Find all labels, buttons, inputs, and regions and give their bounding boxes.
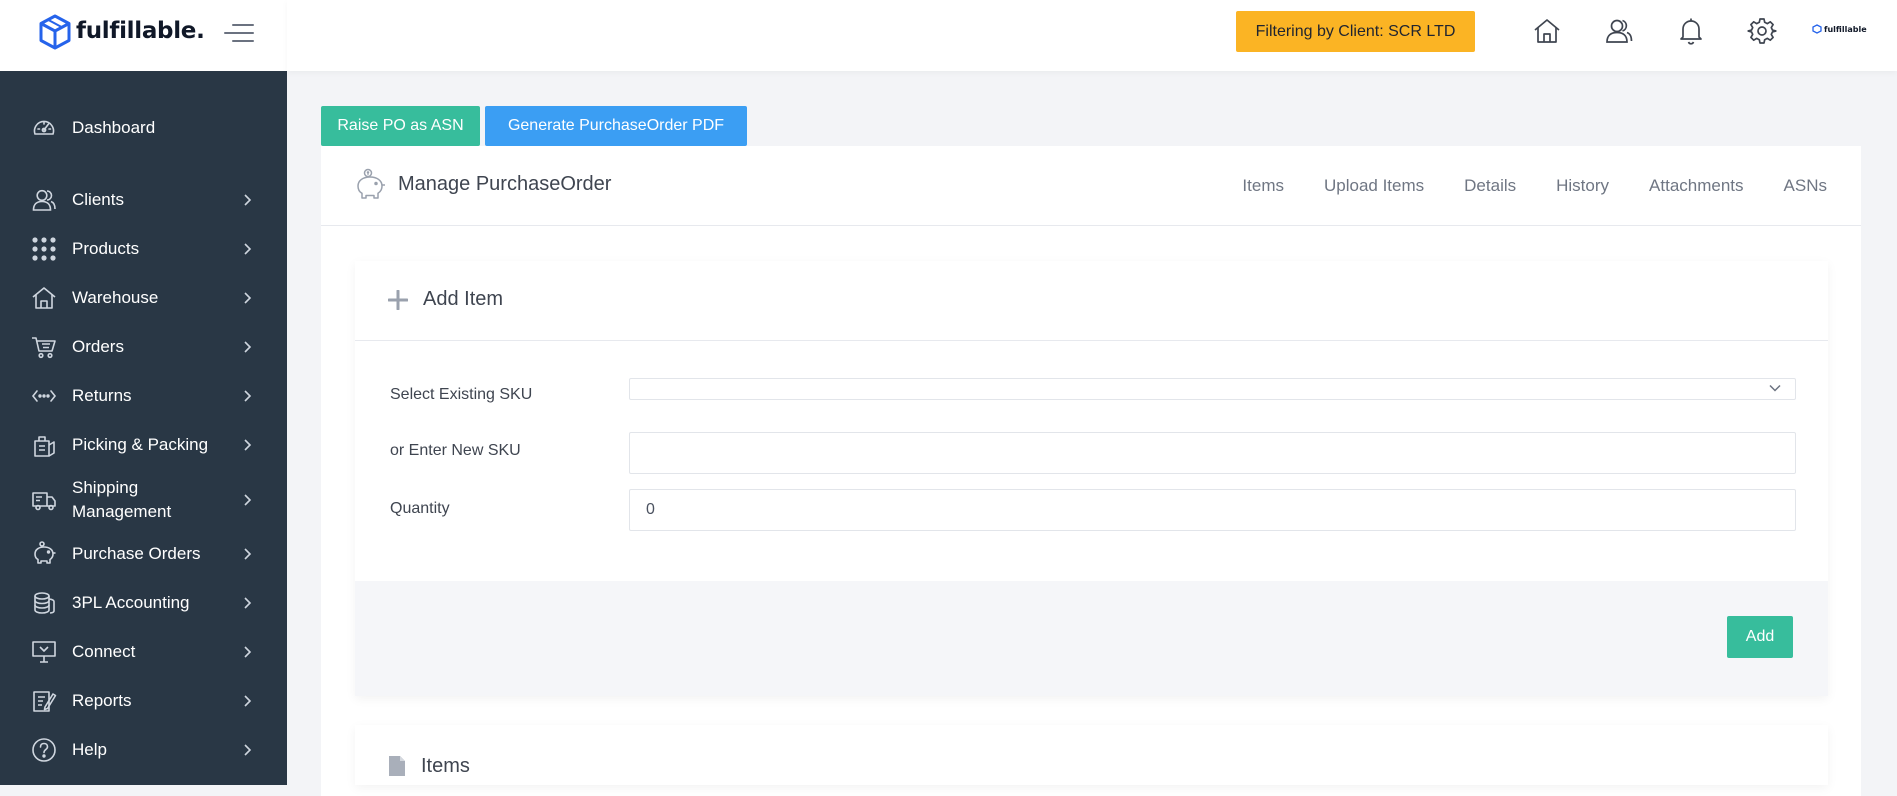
card-tabs: Items Upload Items Details History Attac…: [1242, 176, 1827, 196]
sidebar-item-connect[interactable]: Connect: [0, 630, 287, 674]
picking-box-icon: [30, 431, 58, 459]
sidebar-item-label: Picking & Packing: [72, 435, 209, 454]
help-question-icon: [30, 736, 58, 764]
quantity-input[interactable]: [629, 489, 1796, 531]
products-grid-icon: [30, 235, 58, 263]
sidebar-item-label-line2: Management: [72, 502, 172, 521]
chevron-right-icon: [244, 646, 252, 658]
dashboard-gauge-icon: [30, 114, 58, 142]
accounting-coins-icon: [30, 589, 58, 617]
clients-user-icon: [30, 186, 58, 214]
top-bar: Filtering by Client: SCR LTD fulfillable: [287, 0, 1897, 71]
sidebar-item-orders[interactable]: Orders: [0, 325, 287, 369]
sidebar-item-reports[interactable]: Reports: [0, 679, 287, 723]
items-title: Items: [421, 755, 470, 777]
bell-icon[interactable]: [1676, 16, 1706, 46]
sidebar-item-label: Purchase Orders: [72, 544, 201, 563]
chevron-right-icon: [244, 194, 252, 206]
sidebar-item-label: Clients: [72, 190, 124, 209]
chevron-right-icon: [244, 292, 252, 304]
sidebar-item-label: Connect: [72, 642, 136, 661]
chevron-right-icon: [244, 695, 252, 707]
sidebar-item-label: Warehouse: [72, 288, 159, 307]
chevron-right-icon: [244, 390, 252, 402]
reports-note-icon: [30, 687, 58, 715]
chevron-right-icon: [244, 243, 252, 255]
orders-cart-icon: [30, 333, 58, 361]
tab-details[interactable]: Details: [1464, 176, 1516, 196]
card-header: Manage PurchaseOrder Items Upload Items …: [321, 146, 1861, 226]
sidebar-item-returns[interactable]: Returns: [0, 374, 287, 418]
plus-icon: [388, 290, 408, 310]
sidebar-item-shipping-management[interactable]: Shipping Management: [0, 472, 287, 528]
add-item-title: Add Item: [423, 288, 504, 310]
sidebar-item-label: Dashboard: [72, 118, 156, 137]
sidebar-item-3pl-accounting[interactable]: 3PL Accounting: [0, 581, 287, 625]
new-sku-label: or Enter New SKU: [390, 442, 521, 459]
purchase-piggy-icon: [30, 540, 58, 568]
raise-po-asn-button[interactable]: Raise PO as ASN: [321, 106, 480, 146]
chevron-right-icon: [244, 439, 252, 451]
new-sku-input[interactable]: [629, 432, 1796, 474]
brand-name: fulfillable.: [76, 18, 205, 44]
shipping-truck-icon: [30, 486, 58, 514]
gear-icon[interactable]: [1747, 16, 1777, 46]
sidebar-item-label: 3PL Accounting: [72, 593, 190, 612]
quantity-label: Quantity: [390, 500, 450, 517]
sidebar-item-label: Returns: [72, 386, 132, 405]
mini-cube-icon: [1812, 24, 1822, 34]
add-item-footer: Add: [355, 581, 1828, 696]
connect-monitor-icon: [30, 638, 58, 666]
sidebar-item-picking-packing[interactable]: Picking & Packing: [0, 423, 287, 467]
document-icon: [389, 756, 405, 776]
select-existing-sku-dropdown[interactable]: [629, 378, 1796, 400]
client-logo-text: fulfillable: [1824, 24, 1867, 34]
returns-arrows-icon: [30, 382, 58, 410]
sidebar-item-warehouse[interactable]: Warehouse: [0, 276, 287, 320]
add-item-panel: Add Item Select Existing SKU or Enter Ne…: [355, 261, 1828, 696]
brand-cube-icon: [39, 14, 71, 50]
home-icon[interactable]: [1532, 16, 1562, 46]
client-logo: fulfillable: [1812, 24, 1867, 34]
add-item-header: Add Item: [355, 261, 1828, 341]
tab-attachments[interactable]: Attachments: [1649, 176, 1744, 196]
select-sku-label: Select Existing SKU: [390, 386, 533, 403]
sidebar-item-help[interactable]: Help: [0, 728, 287, 772]
generate-pdf-button[interactable]: Generate PurchaseOrder PDF: [485, 106, 747, 146]
sidebar-item-purchase-orders[interactable]: Purchase Orders: [0, 532, 287, 576]
sidebar-item-products[interactable]: Products: [0, 227, 287, 271]
client-filter-badge[interactable]: Filtering by Client: SCR LTD: [1236, 11, 1475, 52]
piggy-bank-icon: [357, 168, 385, 199]
sidebar-item-label: Orders: [72, 337, 124, 356]
chevron-right-icon: [244, 597, 252, 609]
chevron-down-icon: [1769, 384, 1781, 392]
sidebar-item-label: Shipping: [72, 478, 139, 497]
sidebar-item-clients[interactable]: Clients: [0, 178, 287, 222]
chevron-right-icon: [244, 548, 252, 560]
sidebar-item-label: Reports: [72, 691, 132, 710]
menu-toggle-icon[interactable]: [222, 22, 254, 44]
chevron-right-icon: [244, 341, 252, 353]
brand-header: fulfillable.: [0, 0, 287, 71]
add-button[interactable]: Add: [1727, 616, 1793, 658]
tab-history[interactable]: History: [1556, 176, 1609, 196]
sidebar-item-label: Help: [72, 740, 107, 759]
chevron-right-icon: [244, 494, 252, 506]
warehouse-home-icon: [30, 284, 58, 312]
tab-upload-items[interactable]: Upload Items: [1324, 176, 1424, 196]
sidebar: fulfillable. Dashboard Clients Products: [0, 0, 287, 785]
chevron-right-icon: [244, 744, 252, 756]
sidebar-item-dashboard[interactable]: Dashboard: [0, 106, 287, 150]
sidebar-item-label: Products: [72, 239, 140, 258]
items-panel: Items: [355, 725, 1828, 785]
tab-asns[interactable]: ASNs: [1784, 176, 1827, 196]
user-icon[interactable]: [1604, 16, 1634, 46]
page-title: Manage PurchaseOrder: [398, 173, 612, 195]
tab-items[interactable]: Items: [1242, 176, 1284, 196]
